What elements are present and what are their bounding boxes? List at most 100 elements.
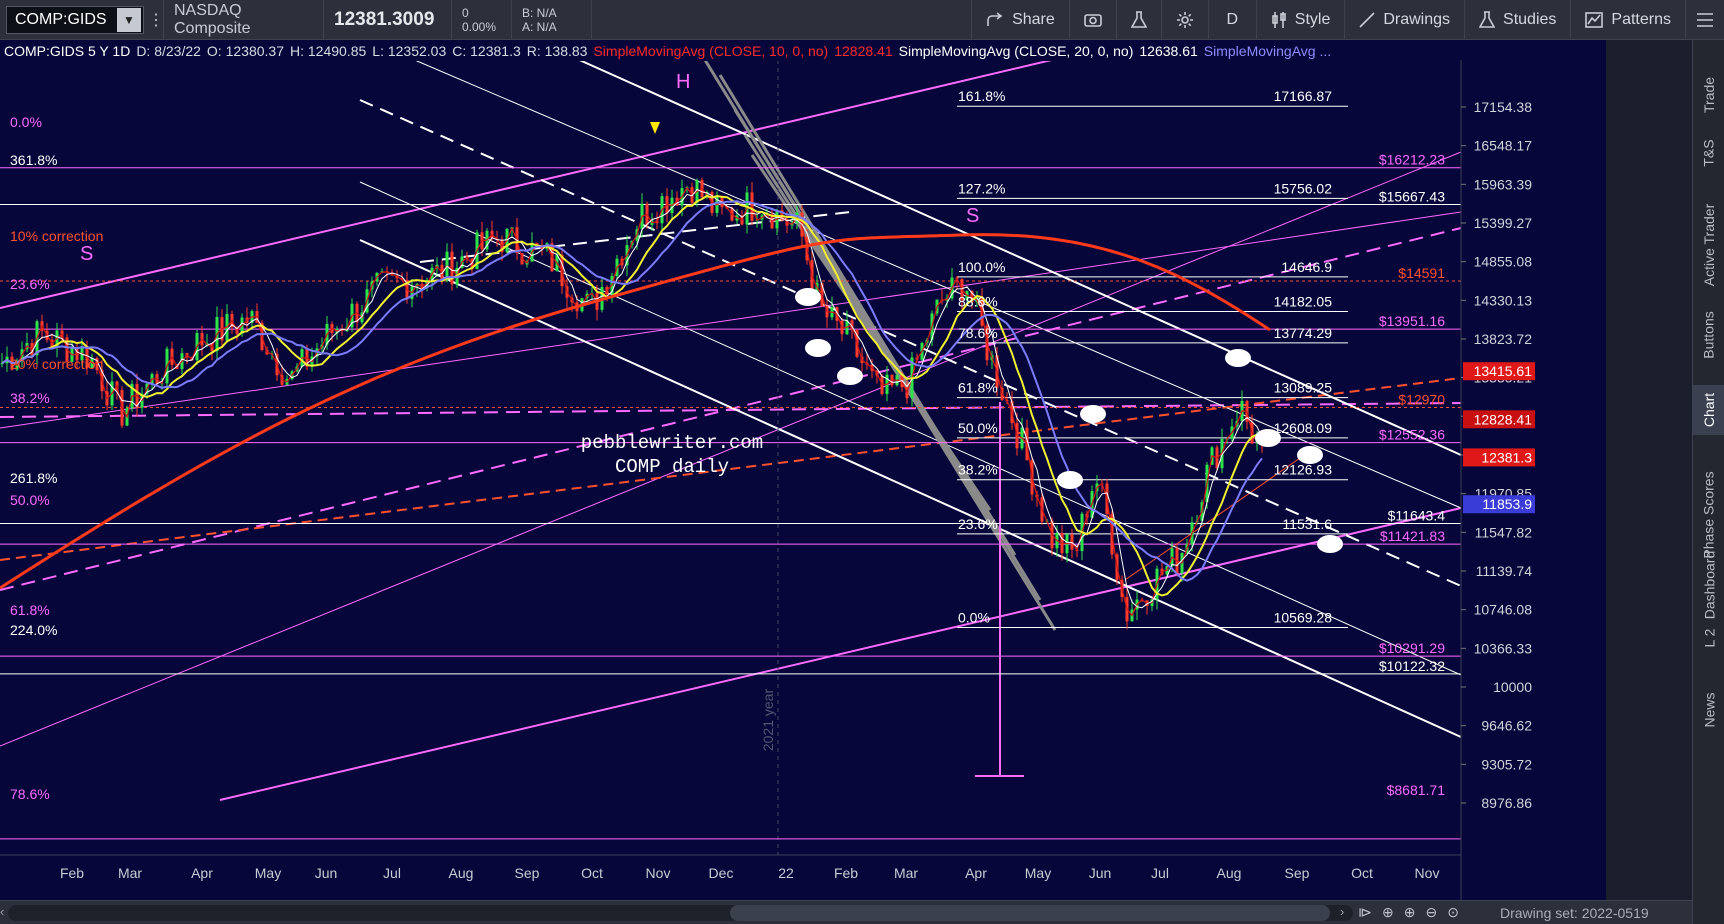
chevron-down-icon[interactable]: ▼ [117,7,141,32]
period-button[interactable]: D [1207,0,1256,40]
legend-sma20[interactable]: SimpleMovingAvg (CLOSE, 20, 0, no) [899,43,1134,59]
drawing-set-label[interactable]: Drawing set: 2022-0519 [1500,905,1649,921]
price-tick-label: 15399.27 [1474,215,1533,231]
patterns-icon [1585,11,1604,28]
ask-value: A: N/A [522,19,557,34]
price-tick-label: 16548.17 [1474,138,1533,154]
chart-toolbar: COMP:GIDS ▼ ⋮ NASDAQ Composite 12381.300… [0,0,1724,40]
scroll-right-icon[interactable]: › [1340,904,1344,919]
scrollbar-thumb[interactable] [730,905,1330,921]
style-button[interactable]: Style [1255,0,1345,40]
time-axis-label: Mar [118,865,142,881]
time-axis-label: Apr [965,865,987,881]
side-tab-t-s[interactable]: T&S [1693,128,1724,178]
studies-button[interactable]: Studies [1464,0,1570,40]
level-label-left: 50.0% [10,492,50,508]
scroll-left-icon[interactable]: ‹ [0,904,4,919]
time-axis-label: Sep [1285,865,1310,881]
symbol-selector[interactable]: COMP:GIDS ▼ [6,5,144,34]
app-window: COMP:GIDS ▼ ⋮ NASDAQ Composite 12381.300… [0,0,1724,924]
zoom-out-icon[interactable]: ⊖ [1425,904,1437,921]
marker-ellipse [805,339,831,357]
overlay-layer: 0.0% 361.8% 10% correction 23.6% 20% correct… [0,40,1606,900]
side-tab-label: L 2 [1700,628,1717,648]
side-tab-news[interactable]: News [1693,680,1724,740]
settings-button[interactable] [1160,0,1208,40]
period-label: D [1226,10,1239,28]
drawings-label: Drawings [1383,10,1451,28]
side-tab-label: Buttons [1701,311,1718,359]
side-tab-chart[interactable]: Chart [1693,385,1724,435]
side-tab-buttons[interactable]: Buttons [1693,295,1724,375]
fib-pct-label: 38.2% [958,462,998,478]
pct-change: 0.00% [462,19,497,34]
price-tick-label: 9305.72 [1481,756,1532,772]
legend-range: R: 138.83 [526,43,588,59]
side-tab-active-trader[interactable]: Active Trader [1693,190,1724,300]
menu-icon [1697,12,1713,27]
price-badge-label: 12828.41 [1474,411,1533,427]
marker-ellipse [1297,446,1323,464]
price-tick-label: 15963.39 [1474,176,1533,192]
legend-sma10-value: 12828.41 [834,43,893,59]
time-axis-label: Feb [60,865,84,881]
time-axis-label: Jun [315,865,338,881]
snapshot-button[interactable] [1068,0,1116,40]
time-axis-label: Nov [1415,865,1440,881]
patterns-button[interactable]: Patterns [1570,0,1685,40]
flask-icon [1479,10,1496,28]
price-tick-label: 9646.62 [1481,718,1532,734]
level-label-right: $13951.16 [1379,313,1445,329]
level-label-left: 224.0% [10,622,57,638]
legend-high: H: 12490.85 [289,43,367,59]
reset-zoom-icon[interactable]: ⊙ [1447,904,1459,921]
crosshair-icon[interactable]: ⊕ [1382,904,1394,921]
time-axis-label: Oct [581,865,603,881]
bottom-bar: ‹ › ⧐ ⊕ ⊕ ⊖ ⊙ Drawing set: 2022-0519 [0,900,1692,924]
grip-icon[interactable]: ⋮ [144,0,164,40]
side-tab-l-2[interactable]: L 2 [1693,618,1724,658]
watermark-text: COMP daily [615,456,729,478]
shoulder-label: S [966,205,979,227]
price-badge-label: 11853.9 [1482,496,1532,512]
year-marker-label: 2021 year [760,689,776,752]
chart-canvas[interactable]: 0.0% 361.8% 10% correction 23.6% 20% correct… [0,40,1606,900]
candlestick-icon [1271,11,1286,28]
legend-symbol: COMP:GIDS 5 Y 1D [4,43,131,59]
price-tick-label: 14330.13 [1474,292,1533,308]
symbol-text: COMP:GIDS [15,10,107,28]
fib-value-label: 10569.28 [1274,609,1333,625]
side-tab-trade[interactable]: Trade [1693,70,1724,120]
drawings-button[interactable]: Drawings [1344,0,1464,40]
legend-sma10[interactable]: SimpleMovingAvg (CLOSE, 10, 0, no) [593,43,828,59]
fib-value-label: 17166.87 [1274,88,1333,104]
fan-line [750,154,992,511]
style-label: Style [1294,10,1331,28]
side-tab-dashboard[interactable]: Dashboard [1693,545,1724,625]
level-label-right: $11643.4 [1388,507,1446,523]
flask-button[interactable] [1115,0,1161,40]
level-label-right: $14591 [1398,265,1445,281]
legend-sma20-value: 12638.61 [1139,43,1198,59]
arrow-down-icon [650,122,660,134]
fib-value-label: 13089.25 [1274,380,1333,396]
fib-value-label: 12608.09 [1274,420,1333,436]
menu-button[interactable] [1685,0,1724,40]
patterns-label: Patterns [1611,10,1671,28]
time-axis-label: May [1025,865,1051,881]
fib-pct-label: 161.8% [958,88,1005,104]
zoom-in-icon[interactable]: ⊕ [1404,904,1416,921]
level-label-right: $10291.29 [1379,640,1445,656]
price-chart[interactable]: 0.0% 361.8% 10% correction 23.6% 20% correct… [0,40,1606,900]
fib-value-label: 12126.93 [1274,462,1333,478]
fib-pct-label: 88.6% [958,293,998,309]
legend-sma-more[interactable]: SimpleMovingAvg ... [1204,43,1331,59]
share-button[interactable]: Share [971,0,1069,40]
level-label-left: 261.8% [10,470,57,486]
fib-pct-label: 0.0% [958,609,990,625]
level-label-right: $11421.83 [1380,528,1445,544]
time-axis-label: Jun [1089,865,1112,881]
marker-ellipse [837,367,863,385]
price-tick-label: 14855.08 [1474,254,1533,270]
pan-left-icon[interactable]: ⧐ [1358,904,1372,921]
